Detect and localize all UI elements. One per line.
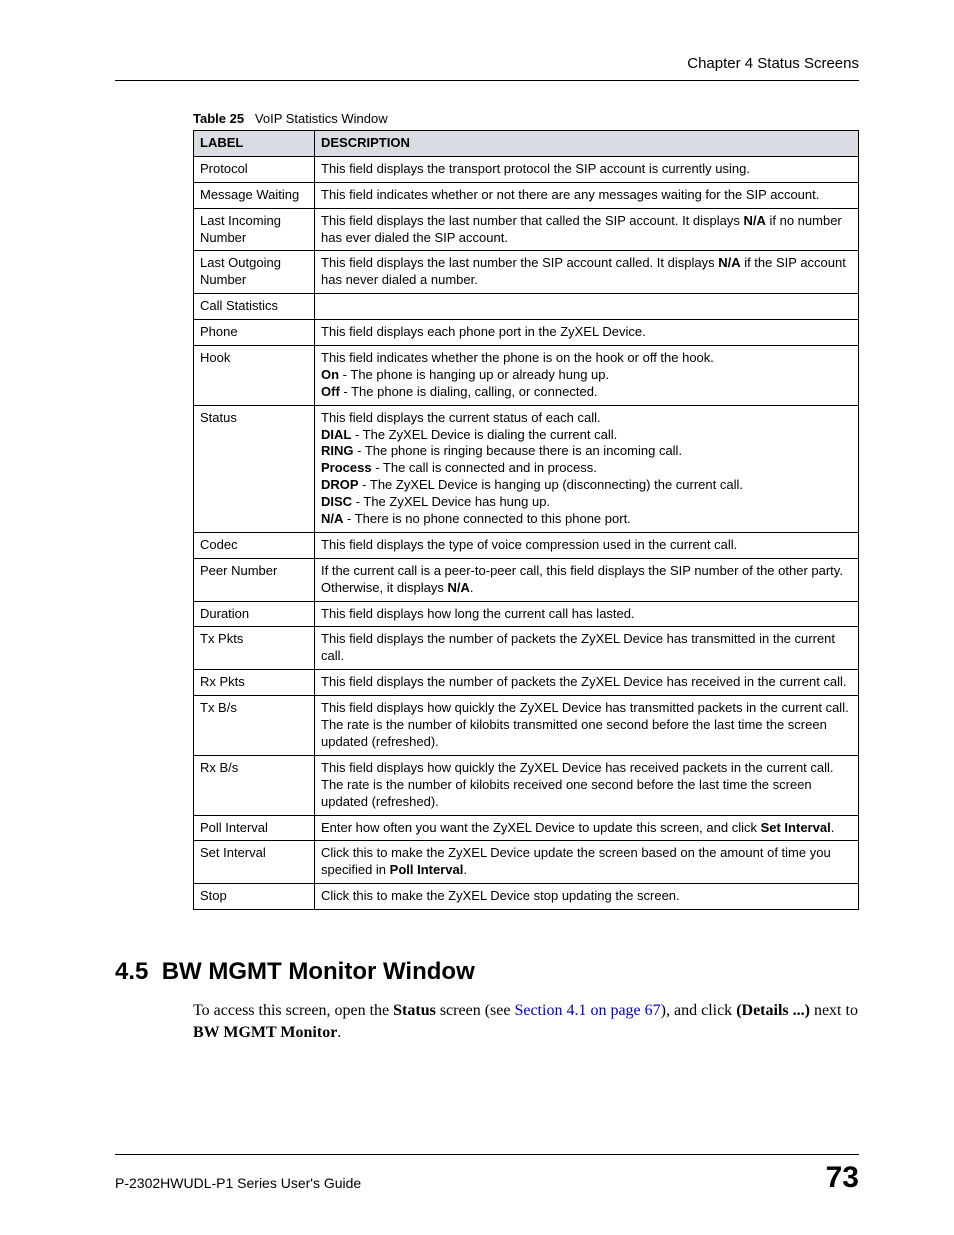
row-label: Rx Pkts — [194, 670, 315, 696]
footer-guide: P-2302HWUDL-P1 Series User's Guide — [115, 1161, 361, 1191]
page-footer: P-2302HWUDL-P1 Series User's Guide 73 — [115, 1154, 859, 1195]
row-desc: This field displays the last number that… — [315, 208, 859, 251]
table-row: Last Incoming Number This field displays… — [194, 208, 859, 251]
row-desc: This field displays how quickly the ZyXE… — [315, 755, 859, 815]
row-desc: This field displays how quickly the ZyXE… — [315, 696, 859, 756]
row-label: Tx Pkts — [194, 627, 315, 670]
table-header-label: LABEL — [194, 131, 315, 157]
table-row: Rx B/s This field displays how quickly t… — [194, 755, 859, 815]
table-row: Peer Number If the current call is a pee… — [194, 558, 859, 601]
section-paragraph: To access this screen, open the Status s… — [193, 1000, 859, 1043]
table-row: Phone This field displays each phone por… — [194, 320, 859, 346]
footer-page-number: 73 — [826, 1161, 859, 1195]
table-row: Tx Pkts This field displays the number o… — [194, 627, 859, 670]
row-label: Set Interval — [194, 841, 315, 884]
table-row: Message Waiting This field indicates whe… — [194, 182, 859, 208]
table-caption-label: Table 25 — [193, 111, 244, 126]
row-desc — [315, 294, 859, 320]
row-desc: This field displays the number of packet… — [315, 670, 859, 696]
voip-statistics-table: LABEL DESCRIPTION Protocol This field di… — [193, 130, 859, 910]
table-row: Hook This field indicates whether the ph… — [194, 346, 859, 406]
row-desc: This field displays the type of voice co… — [315, 532, 859, 558]
row-label: Hook — [194, 346, 315, 406]
row-label: Stop — [194, 884, 315, 910]
table-row: Tx B/s This field displays how quickly t… — [194, 696, 859, 756]
row-desc: This field displays the number of packet… — [315, 627, 859, 670]
row-label: Peer Number — [194, 558, 315, 601]
row-desc: This field displays each phone port in t… — [315, 320, 859, 346]
table-row: Rx Pkts This field displays the number o… — [194, 670, 859, 696]
row-label: Duration — [194, 601, 315, 627]
row-label: Tx B/s — [194, 696, 315, 756]
row-label: Phone — [194, 320, 315, 346]
row-desc: If the current call is a peer-to-peer ca… — [315, 558, 859, 601]
row-label: Poll Interval — [194, 815, 315, 841]
row-desc: This field displays the last number the … — [315, 251, 859, 294]
table-row: Codec This field displays the type of vo… — [194, 532, 859, 558]
section-title-text: BW MGMT Monitor Window — [162, 958, 475, 985]
row-label: Last Incoming Number — [194, 208, 315, 251]
row-label: Message Waiting — [194, 182, 315, 208]
header-divider — [115, 80, 859, 81]
table-row: Protocol This field displays the transpo… — [194, 156, 859, 182]
table-row: Last Outgoing Number This field displays… — [194, 251, 859, 294]
section-heading: 4.5 BW MGMT Monitor Window — [115, 958, 859, 986]
row-label: Call Statistics — [194, 294, 315, 320]
table-header-description: DESCRIPTION — [315, 131, 859, 157]
row-desc: This field displays the current status o… — [315, 405, 859, 532]
table-row: Poll Interval Enter how often you want t… — [194, 815, 859, 841]
row-desc: This field displays the transport protoc… — [315, 156, 859, 182]
row-label: Rx B/s — [194, 755, 315, 815]
table-row: Call Statistics — [194, 294, 859, 320]
table-row: Set Interval Click this to make the ZyXE… — [194, 841, 859, 884]
row-desc: Enter how often you want the ZyXEL Devic… — [315, 815, 859, 841]
row-desc: This field indicates whether or not ther… — [315, 182, 859, 208]
row-desc: Click this to make the ZyXEL Device upda… — [315, 841, 859, 884]
row-label: Codec — [194, 532, 315, 558]
table-row: Duration This field displays how long th… — [194, 601, 859, 627]
row-desc: This field indicates whether the phone i… — [315, 346, 859, 406]
table-caption: Table 25 VoIP Statistics Window — [193, 111, 859, 130]
chapter-header: Chapter 4 Status Screens — [115, 55, 859, 80]
row-desc: Click this to make the ZyXEL Device stop… — [315, 884, 859, 910]
table-row: Status This field displays the current s… — [194, 405, 859, 532]
section-number: 4.5 — [115, 958, 148, 985]
table-caption-text: VoIP Statistics Window — [255, 111, 388, 126]
row-label: Protocol — [194, 156, 315, 182]
row-label: Status — [194, 405, 315, 532]
row-label: Last Outgoing Number — [194, 251, 315, 294]
row-desc: This field displays how long the current… — [315, 601, 859, 627]
table-row: Stop Click this to make the ZyXEL Device… — [194, 884, 859, 910]
section-link[interactable]: Section 4.1 on page 67 — [514, 1002, 660, 1019]
